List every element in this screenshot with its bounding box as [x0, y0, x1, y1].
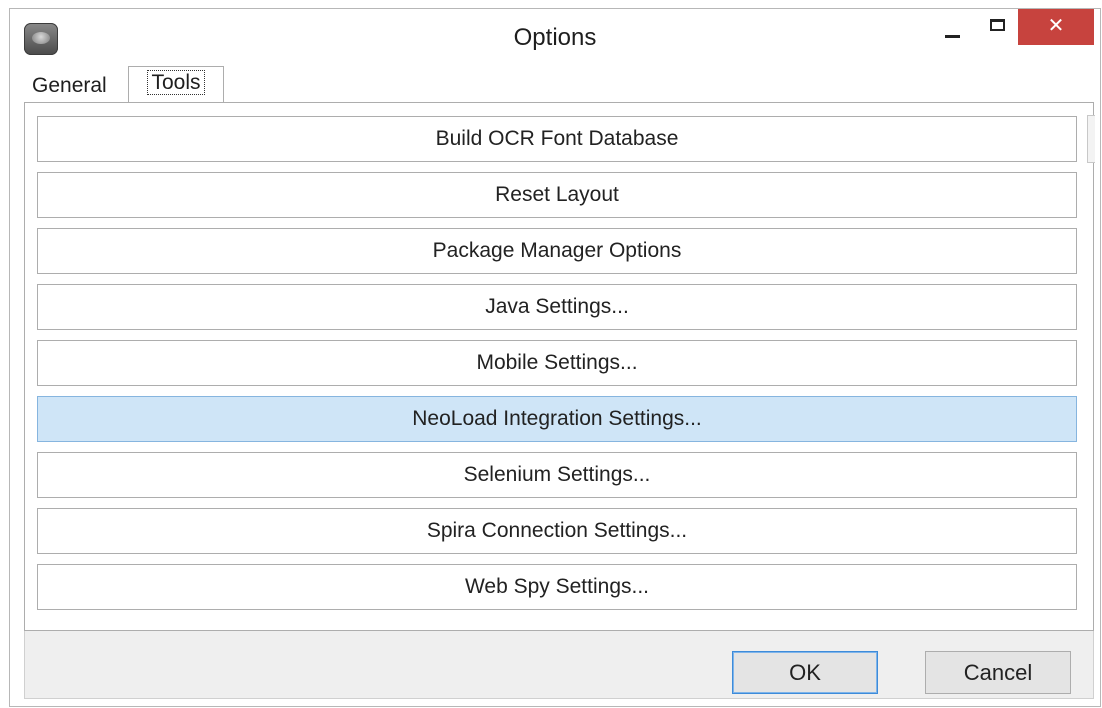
tool-button[interactable]: Spira Connection Settings...: [37, 508, 1077, 554]
dialog-footer: OK Cancel: [24, 631, 1094, 699]
close-button[interactable]: ✕: [1018, 9, 1094, 45]
tab-tools[interactable]: Tools: [128, 66, 224, 103]
maximize-icon: [990, 19, 1005, 31]
tool-button[interactable]: Selenium Settings...: [37, 452, 1077, 498]
tool-button[interactable]: Build OCR Font Database: [37, 116, 1077, 162]
tool-button[interactable]: Package Manager Options: [37, 228, 1077, 274]
tab-general[interactable]: General: [24, 71, 132, 101]
tools-tab-panel: Build OCR Font Database Reset Layout Packa…: [24, 102, 1095, 631]
tool-button[interactable]: Web Spy Settings...: [37, 564, 1077, 610]
maximize-button[interactable]: [976, 9, 1022, 47]
ok-button[interactable]: OK: [732, 651, 878, 694]
cancel-button[interactable]: Cancel: [925, 651, 1071, 694]
tool-button[interactable]: Mobile Settings...: [37, 340, 1077, 386]
options-dialog: Options ✕ General Tools Build OCR Font D…: [9, 8, 1101, 707]
scrollbar[interactable]: [1087, 115, 1095, 163]
minimize-button[interactable]: [930, 9, 976, 47]
close-icon: ✕: [1047, 15, 1065, 37]
tool-button[interactable]: Java Settings...: [37, 284, 1077, 330]
tool-button[interactable]: NeoLoad Integration Settings...: [37, 396, 1077, 442]
minimize-icon: [945, 35, 960, 38]
tab-tools-label: Tools: [147, 70, 205, 95]
title-bar[interactable]: Options ✕: [10, 9, 1100, 69]
tool-button[interactable]: Reset Layout: [37, 172, 1077, 218]
